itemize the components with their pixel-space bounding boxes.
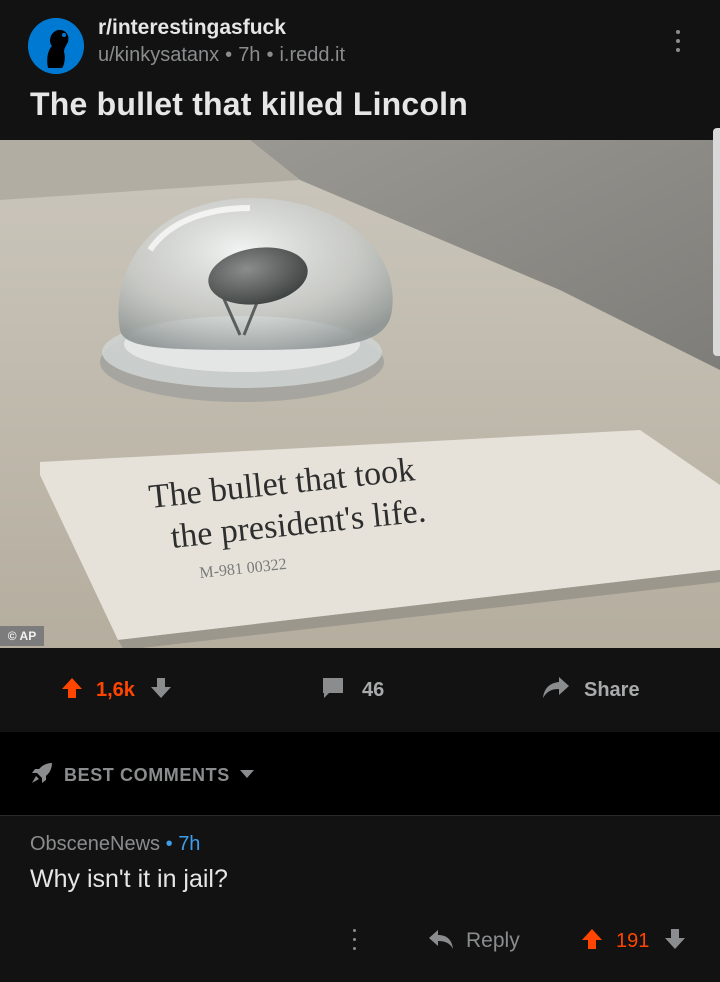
downvote-arrow-icon[interactable] xyxy=(149,676,173,705)
post-header: r/interestingasfuck u/kinkysatanx • 7h • i.r… xyxy=(0,0,720,140)
rocket-icon xyxy=(30,761,54,790)
comments-count: 46 xyxy=(362,678,385,701)
share-arrow-icon xyxy=(542,675,570,706)
separator-dot: • xyxy=(225,44,233,66)
post-domain[interactable]: i.redd.it xyxy=(279,44,345,66)
comment-more-options-icon[interactable] xyxy=(350,929,358,955)
comment-author[interactable]: ObsceneNews xyxy=(30,833,160,855)
post-title[interactable]: The bullet that killed Lincoln xyxy=(30,86,468,123)
scrollbar[interactable] xyxy=(713,128,720,356)
post-author[interactable]: u/kinkysatanx xyxy=(98,44,219,66)
subreddit-name[interactable]: r/interestingasfuck xyxy=(98,16,286,40)
comment-actions: Reply 191 xyxy=(0,925,720,957)
comment-downvote-arrow-icon[interactable] xyxy=(663,927,687,956)
post-meta: u/kinkysatanx • 7h • i.redd.it xyxy=(98,44,345,67)
reply-label: Reply xyxy=(466,929,520,952)
post-action-bar: 1,6k 46 Share xyxy=(0,648,720,732)
comment-item: ObsceneNews • 7h Why isn't it in jail? R… xyxy=(0,817,720,982)
post-more-options-icon[interactable] xyxy=(666,28,690,56)
separator-dot: • xyxy=(266,44,274,66)
comment-upvote-arrow-icon[interactable] xyxy=(580,927,604,956)
post-score: 1,6k xyxy=(96,678,135,701)
comment-age: 7h xyxy=(178,833,201,855)
share-label: Share xyxy=(584,678,640,701)
subreddit-avatar-icon[interactable] xyxy=(28,18,84,74)
share-button[interactable]: Share xyxy=(542,676,640,704)
comment-body: Why isn't it in jail? xyxy=(30,865,228,893)
caret-down-icon xyxy=(239,766,254,784)
comment-age-wrapper: • 7h xyxy=(165,833,201,855)
post-age: 7h xyxy=(238,44,261,66)
comment-meta: ObsceneNews • 7h xyxy=(30,833,200,856)
image-credit: © AP xyxy=(0,626,44,646)
reply-button[interactable]: Reply xyxy=(428,927,520,955)
post-vote-group: 1,6k xyxy=(60,676,173,704)
comment-sort-dropdown[interactable]: BEST COMMENTS xyxy=(30,762,254,788)
comment-vote-group: 191 xyxy=(580,927,687,955)
speech-bubble-icon xyxy=(320,675,346,706)
comment-score: 191 xyxy=(616,929,650,952)
reply-arrow-icon xyxy=(428,928,454,955)
comments-button[interactable]: 46 xyxy=(320,676,384,704)
post-image[interactable]: The bullet that took the president's lif… xyxy=(0,140,720,648)
comment-sort-bar: BEST COMMENTS xyxy=(0,732,720,816)
sort-label: BEST COMMENTS xyxy=(64,764,230,785)
upvote-arrow-icon[interactable] xyxy=(60,676,84,705)
